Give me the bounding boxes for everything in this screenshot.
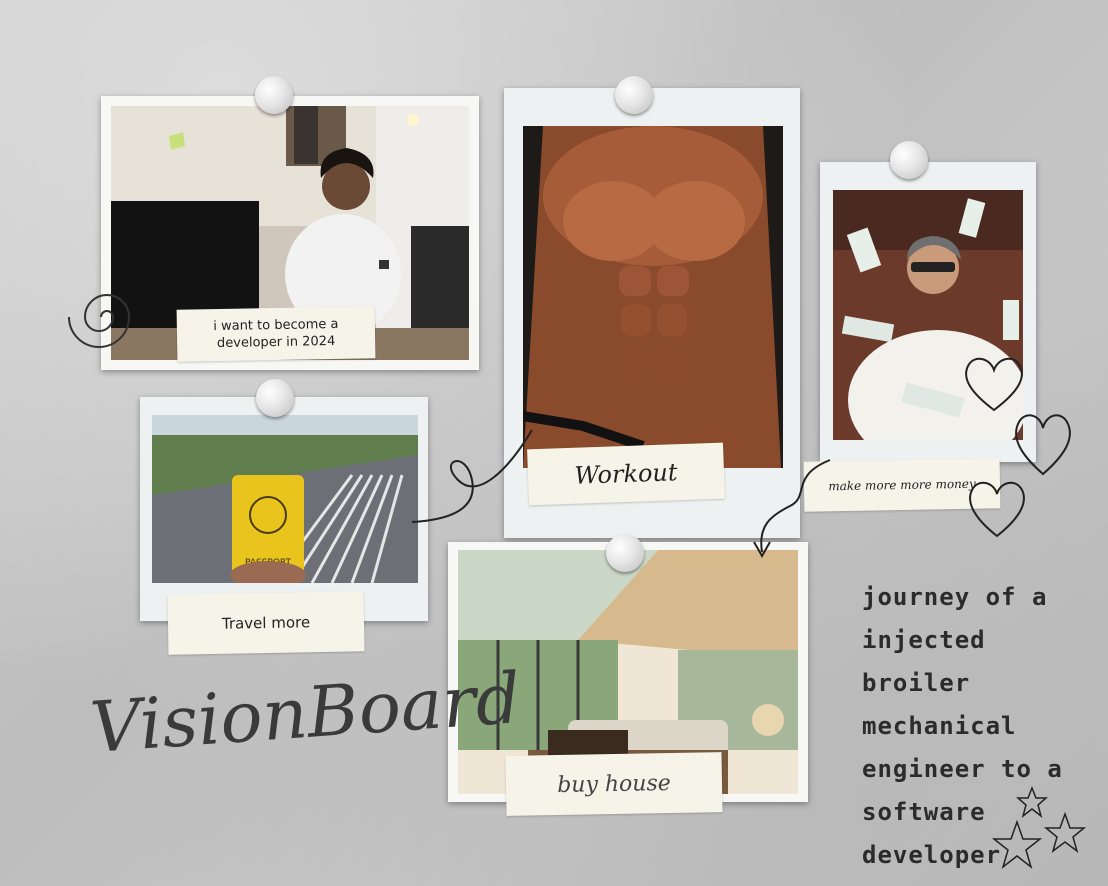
- push-pin-icon: [606, 534, 644, 572]
- curved-arrow-icon: [753, 459, 831, 559]
- push-pin-icon: [890, 141, 928, 179]
- note-line: mechanical: [862, 712, 1017, 740]
- photo-workout: [523, 126, 783, 468]
- heart-icon: [969, 481, 1025, 538]
- note-line: journey of a: [862, 583, 1048, 611]
- caption-tape-workout: Workout: [527, 442, 725, 506]
- caption-tape-developer: i want to become a developer in 2024: [176, 306, 376, 362]
- note-line: engineer to a: [862, 755, 1063, 783]
- caption-house: buy house: [556, 770, 671, 798]
- caption-money: make more more money: [828, 476, 976, 494]
- caption-tape-house: buy house: [505, 752, 723, 816]
- heart-icon: [1015, 414, 1071, 476]
- polaroid-developer: i want to become a developer in 2024: [101, 96, 479, 370]
- push-pin-icon: [256, 379, 294, 417]
- caption-developer: i want to become a developer in 2024: [213, 316, 339, 352]
- caption-workout: Workout: [574, 458, 678, 490]
- swirl-icon: [68, 294, 131, 348]
- photo-travel: PASSPORT: [152, 415, 418, 583]
- polaroid-travel: PASSPORT Travel more: [140, 397, 428, 655]
- push-pin-icon: [255, 76, 293, 114]
- note-line: injected broiler: [862, 626, 986, 697]
- star-icon: [1044, 812, 1086, 853]
- curved-arrow-icon: [411, 429, 533, 523]
- caption-tape-travel: Travel more: [167, 591, 365, 655]
- polaroid-money: [820, 162, 1036, 462]
- push-pin-icon: [615, 76, 653, 114]
- caption-travel: Travel more: [221, 613, 311, 633]
- star-icon: [992, 820, 1042, 870]
- vision-board: i want to become a developer in 2024 Wor…: [0, 0, 1108, 886]
- heart-icon: [965, 357, 1023, 412]
